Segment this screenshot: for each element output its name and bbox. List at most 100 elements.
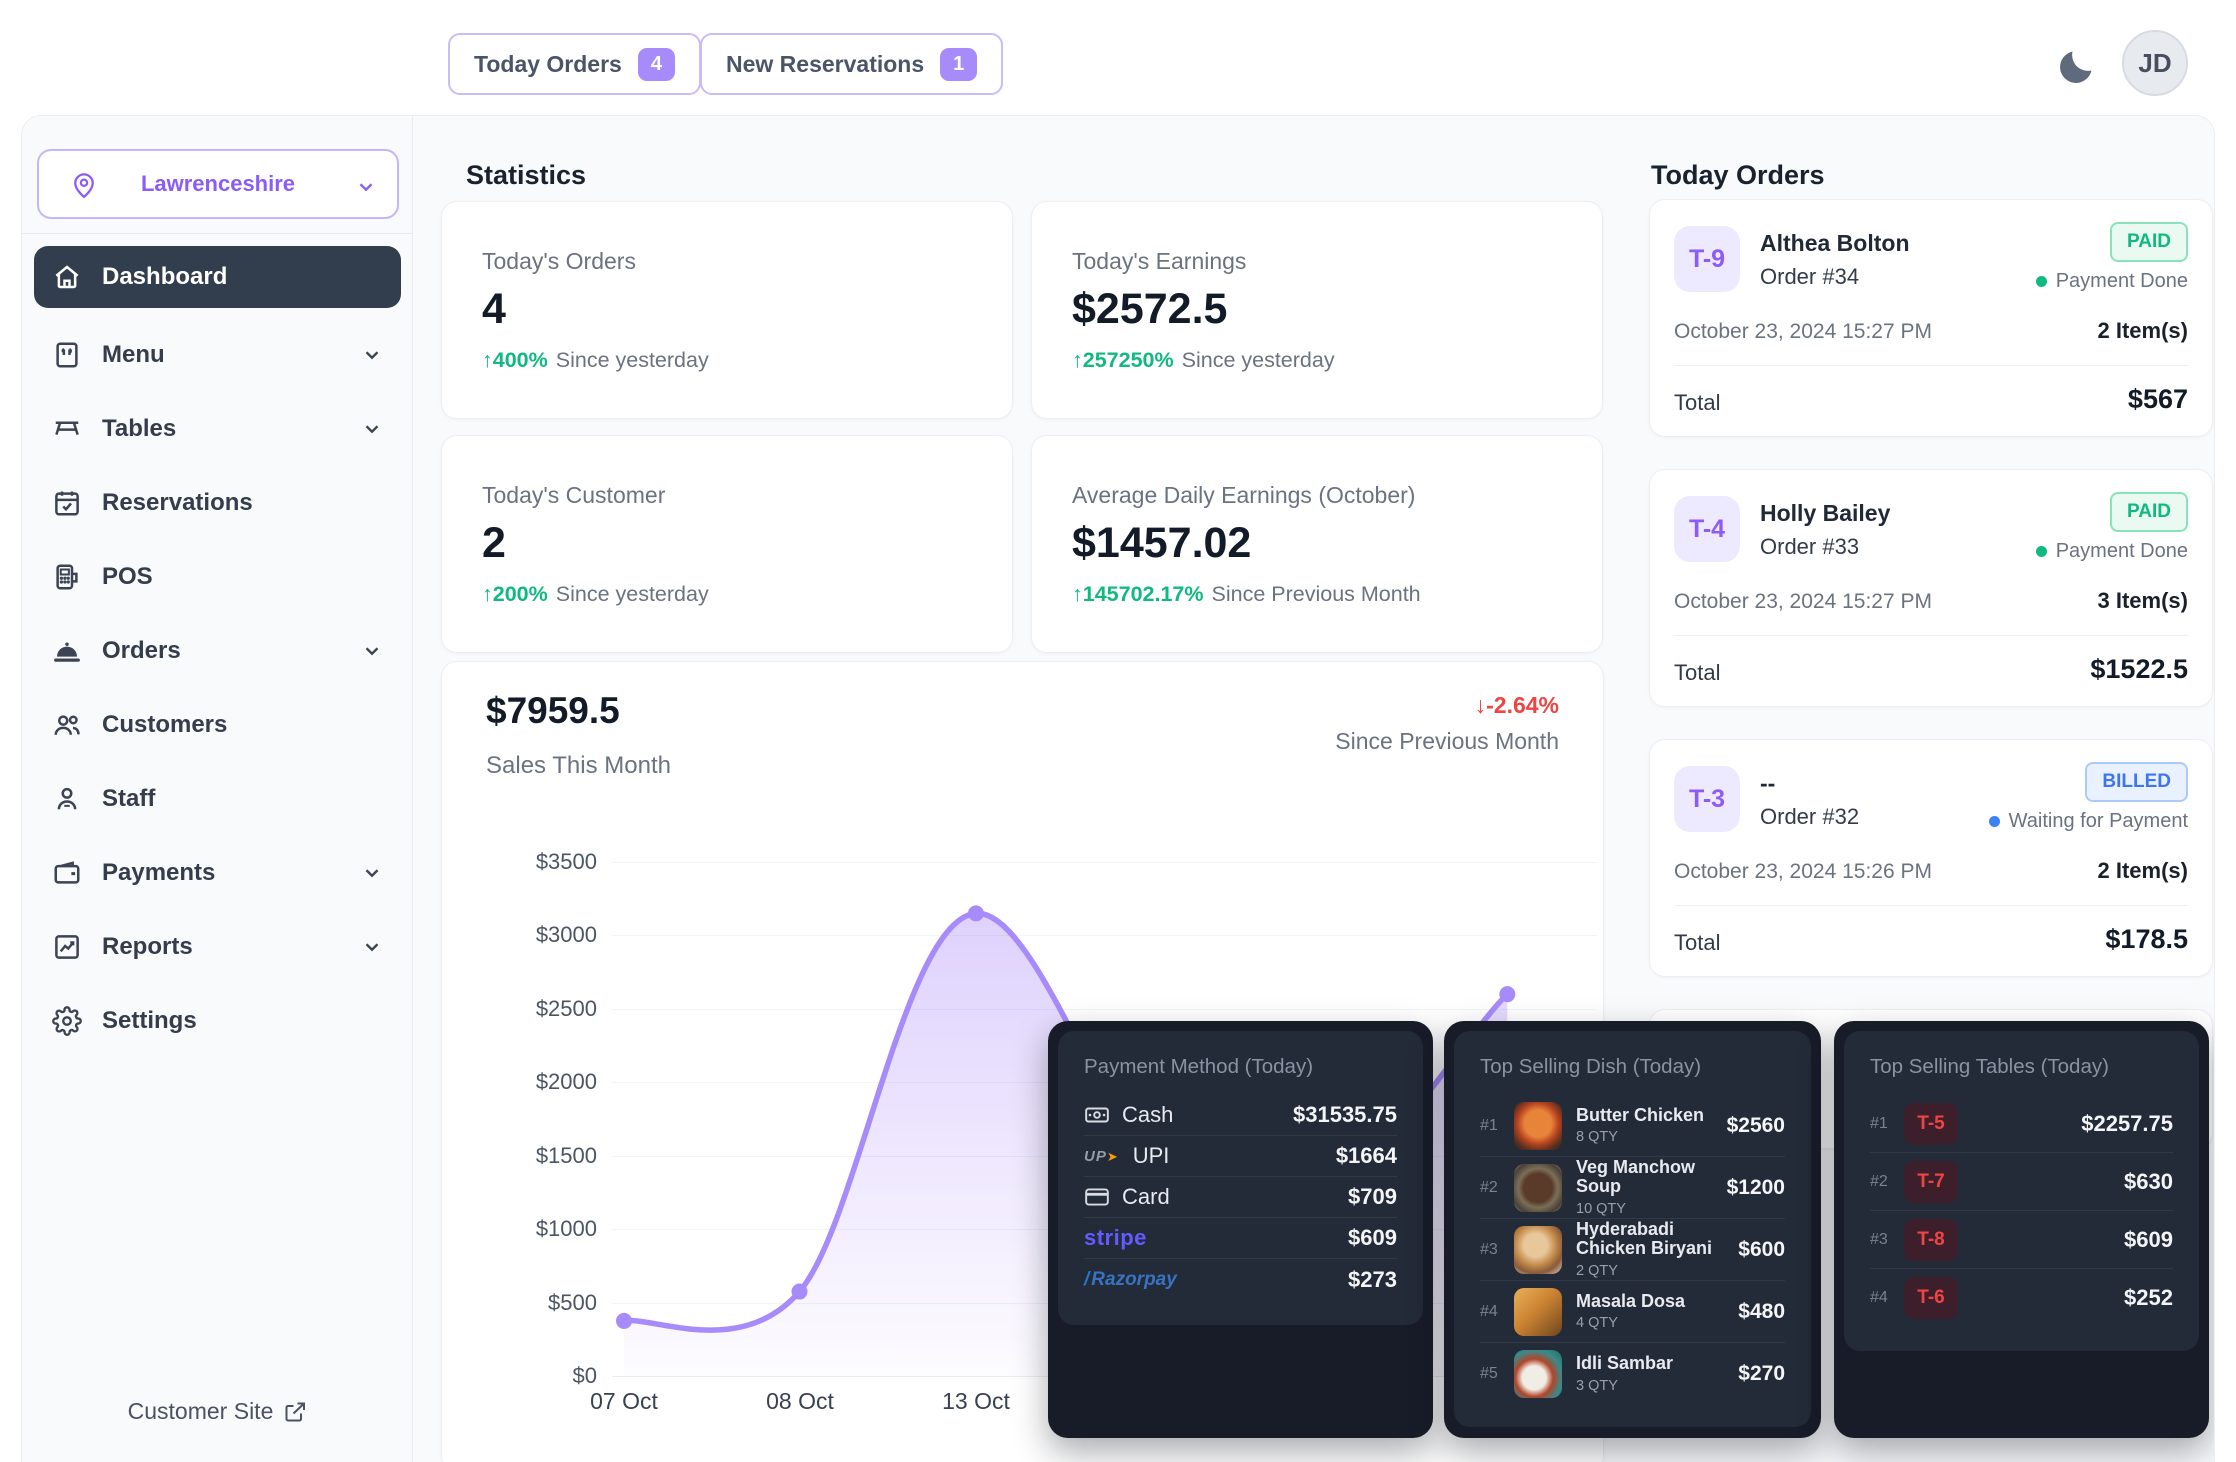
table-row: #4 T-6 $252 [1870, 1269, 2173, 1327]
order-total: $1522.5 [2090, 654, 2188, 685]
table-badge-red: T-8 [1904, 1219, 1958, 1261]
dish-image [1514, 1102, 1562, 1150]
status-dot [2036, 276, 2047, 287]
delta-up-value: ↑145702.17% [1072, 582, 1204, 606]
delta-up-value: ↑200% [482, 582, 548, 606]
table-row: #3 T-8 $609 [1870, 1211, 2173, 1269]
chart-data-point [968, 905, 984, 921]
stat-card-average-daily-earnings: Average Daily Earnings (October) $1457.0… [1031, 435, 1603, 653]
order-total: $567 [2128, 384, 2188, 415]
chart-report-icon [52, 932, 82, 962]
status-badge: BILLED [2085, 762, 2188, 802]
menu-book-icon [52, 340, 82, 370]
order-number: Order #33 [1760, 534, 1859, 560]
today-orders-heading: Today Orders [1651, 160, 1825, 191]
stat-delta: ↑257250%Since yesterday [1072, 348, 1562, 373]
location-pin-icon [69, 170, 99, 200]
sidebar-item-pos[interactable]: POS [34, 540, 401, 614]
top-selling-tables-panel: Top Selling Tables (Today) #1 T-5 $2257.… [1834, 1021, 2209, 1438]
restaurant-dashboard: Today Orders 4 New Reservations 1 JD Law… [0, 0, 2236, 1462]
sidebar-item-tables[interactable]: Tables [34, 392, 401, 466]
dish-image [1514, 1164, 1562, 1212]
order-datetime: October 23, 2024 15:27 PM [1674, 320, 1932, 344]
order-number: Order #34 [1760, 264, 1859, 290]
sidebar-item-label: Reports [102, 933, 193, 961]
stat-card-todays-earnings: Today's Earnings $2572.5 ↑257250%Since y… [1031, 201, 1603, 419]
payment-row-card: Card $709 [1084, 1177, 1397, 1218]
chart-data-point [1499, 986, 1515, 1002]
y-tick: $1000 [442, 1216, 597, 1242]
new-reservations-button-label: New Reservations [726, 51, 924, 78]
staff-person-icon [52, 784, 82, 814]
order-items-count: 2 Item(s) [2098, 858, 2188, 884]
table-badge: T-4 [1674, 496, 1740, 562]
payment-row-stripe: stripe $609 [1084, 1218, 1397, 1259]
sidebar-item-label: POS [102, 563, 153, 591]
sales-subtitle: Sales This Month [486, 752, 671, 780]
stat-value: 2 [482, 519, 972, 568]
payment-method-panel-inner: Payment Method (Today) Cash $31535.75 UP… [1058, 1031, 1423, 1325]
panel-title: Top Selling Dish (Today) [1480, 1055, 1785, 1079]
sidebar-item-label: Reservations [102, 489, 253, 517]
home-icon [52, 262, 82, 292]
topbar: Today Orders 4 New Reservations 1 JD [0, 0, 2236, 115]
external-link-icon [283, 1400, 307, 1424]
payment-row-razorpay: /Razorpay $273 [1084, 1259, 1397, 1300]
panel-title: Payment Method (Today) [1084, 1055, 1397, 1079]
location-selector[interactable]: Lawrenceshire [37, 149, 399, 219]
payment-status: Payment Done [2036, 540, 2188, 563]
sidebar-item-settings[interactable]: Settings [34, 984, 401, 1058]
order-card[interactable]: T-4 Holly Bailey Order #33 PAID Payment … [1649, 469, 2213, 707]
table-badge-red: T-7 [1904, 1161, 1958, 1203]
new-reservations-button[interactable]: New Reservations 1 [700, 33, 1003, 95]
sidebar-item-staff[interactable]: Staff [34, 762, 401, 836]
customer-name: Althea Bolton [1760, 230, 1910, 257]
y-tick: $0 [442, 1363, 597, 1389]
delta-note: Since Previous Month [1212, 582, 1421, 606]
payment-method-panel: Payment Method (Today) Cash $31535.75 UP… [1048, 1021, 1433, 1438]
sidebar-item-customers[interactable]: Customers [34, 688, 401, 762]
sidebar-item-menu[interactable]: Menu [34, 318, 401, 392]
sidebar-item-label: Settings [102, 1007, 197, 1035]
total-label: Total [1674, 390, 1720, 416]
customer-site-link[interactable]: Customer Site [22, 1398, 413, 1425]
payment-status: Payment Done [2036, 270, 2188, 293]
y-tick: $2000 [442, 1069, 597, 1095]
dark-mode-toggle[interactable] [2052, 42, 2104, 94]
upi-logo: UP➤ [1084, 1148, 1119, 1165]
y-tick: $1500 [442, 1143, 597, 1169]
moon-icon [2052, 45, 2104, 91]
cash-icon [1084, 1102, 1110, 1128]
order-number: Order #32 [1760, 804, 1859, 830]
order-card[interactable]: T-9 Althea Bolton Order #34 PAID Payment… [1649, 199, 2213, 437]
sidebar-item-reservations[interactable]: Reservations [34, 466, 401, 540]
order-items-count: 2 Item(s) [2098, 318, 2188, 344]
razorpay-mark: / [1084, 1269, 1089, 1290]
top-tables-rows: #1 T-5 $2257.75 #2 T-7 $630 #3 T-8 $609 [1870, 1095, 2173, 1327]
total-label: Total [1674, 660, 1720, 686]
avatar[interactable]: JD [2122, 30, 2188, 96]
dish-row: #3 Hyderabadi Chicken Biryani2 QTY $600 [1480, 1219, 1785, 1281]
chart-data-point [792, 1284, 808, 1300]
sidebar-item-label: Dashboard [102, 263, 227, 291]
order-card[interactable]: T-3 -- Order #32 BILLED Waiting for Paym… [1649, 739, 2213, 977]
card-icon [1084, 1184, 1110, 1210]
razorpay-logo: /Razorpay [1084, 1269, 1177, 1291]
table-badge: T-9 [1674, 226, 1740, 292]
statistics-heading: Statistics [466, 160, 586, 191]
stat-value: $2572.5 [1072, 285, 1562, 334]
chevron-down-icon [361, 862, 383, 884]
sidebar-item-orders[interactable]: Orders [34, 614, 401, 688]
x-tick: 13 Oct [942, 1388, 1010, 1415]
sidebar-item-payments[interactable]: Payments [34, 836, 401, 910]
sidebar-item-reports[interactable]: Reports [34, 910, 401, 984]
today-orders-button[interactable]: Today Orders 4 [448, 33, 701, 95]
new-reservations-count-badge: 1 [940, 48, 977, 81]
stat-label: Today's Orders [482, 248, 972, 275]
sidebar-item-dashboard[interactable]: Dashboard [34, 246, 401, 308]
stat-label: Today's Earnings [1072, 248, 1562, 275]
chevron-down-icon [361, 936, 383, 958]
stat-value: 4 [482, 285, 972, 334]
sidebar-divider [22, 233, 413, 234]
today-orders-button-label: Today Orders [474, 51, 622, 78]
